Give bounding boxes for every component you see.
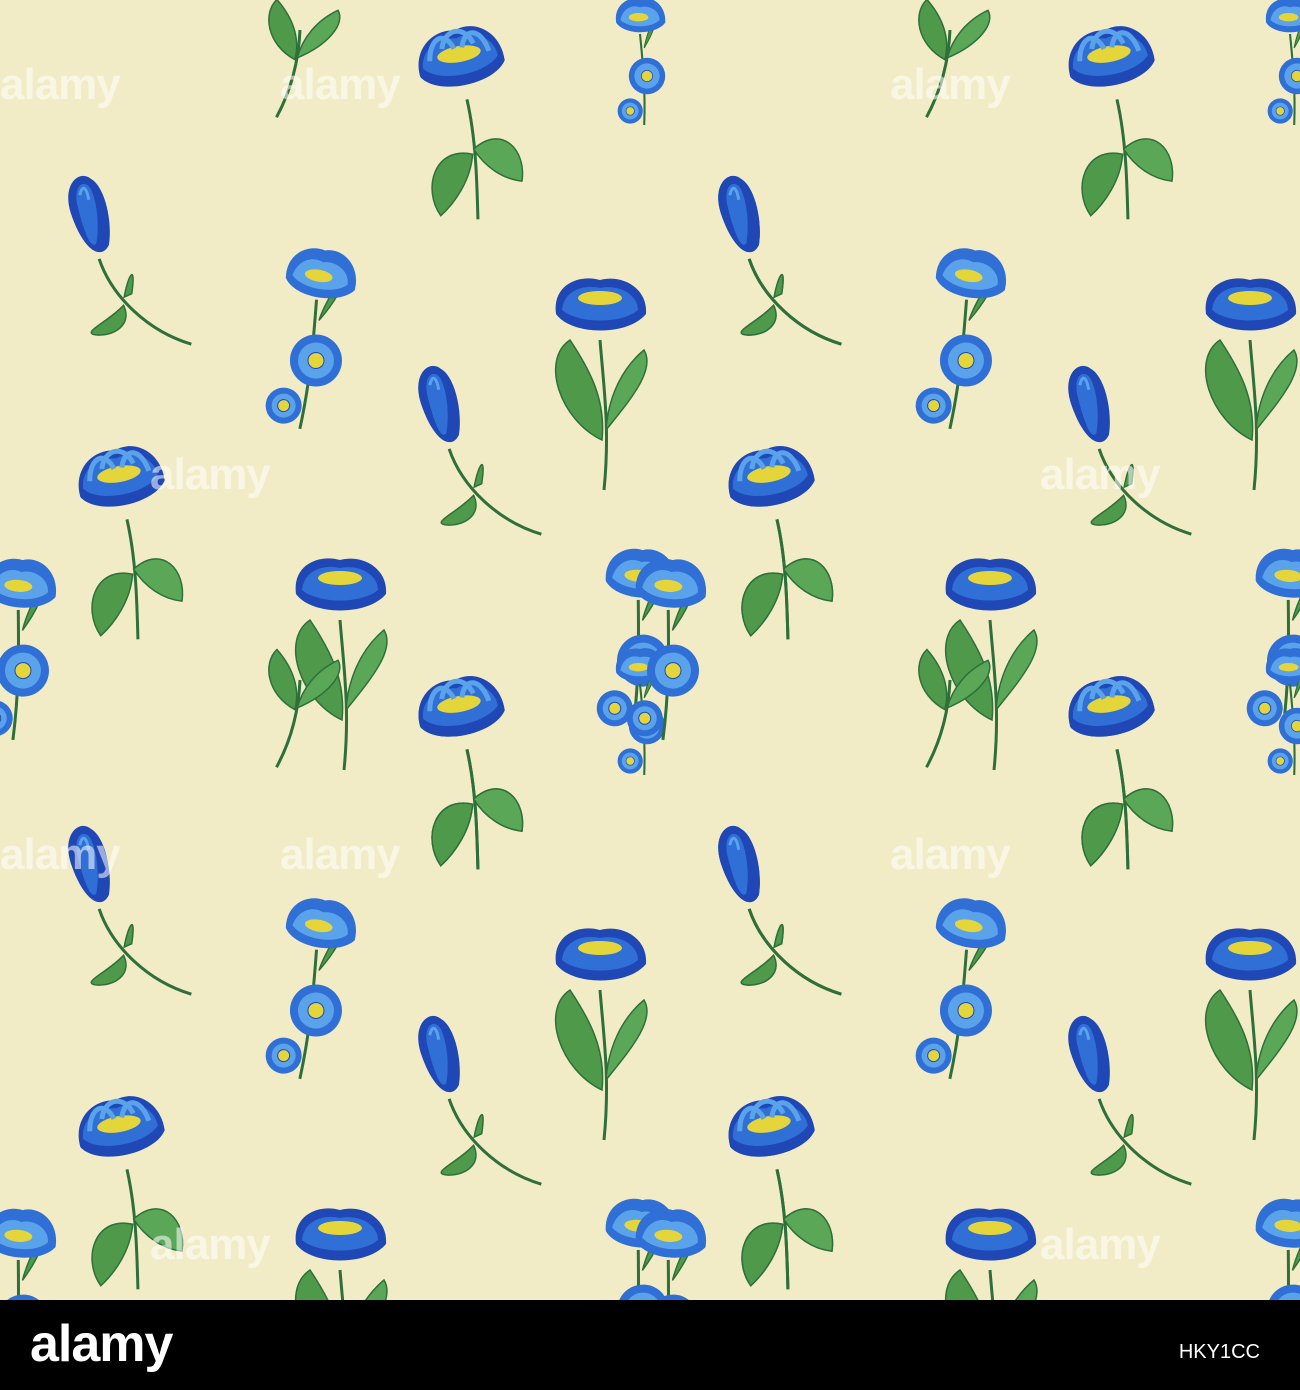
- brand-logo-text: alamy: [30, 1315, 173, 1373]
- floral-pattern-artwork: alamy alamy alamy alamy alamy alamy alamy alamy…: [0, 0, 1300, 1300]
- stock-footer-bar: alamy HKY1CC: [0, 1300, 1300, 1390]
- image-id-label: HKY1CC: [1178, 1341, 1260, 1363]
- pattern-canvas: [0, 0, 1300, 1300]
